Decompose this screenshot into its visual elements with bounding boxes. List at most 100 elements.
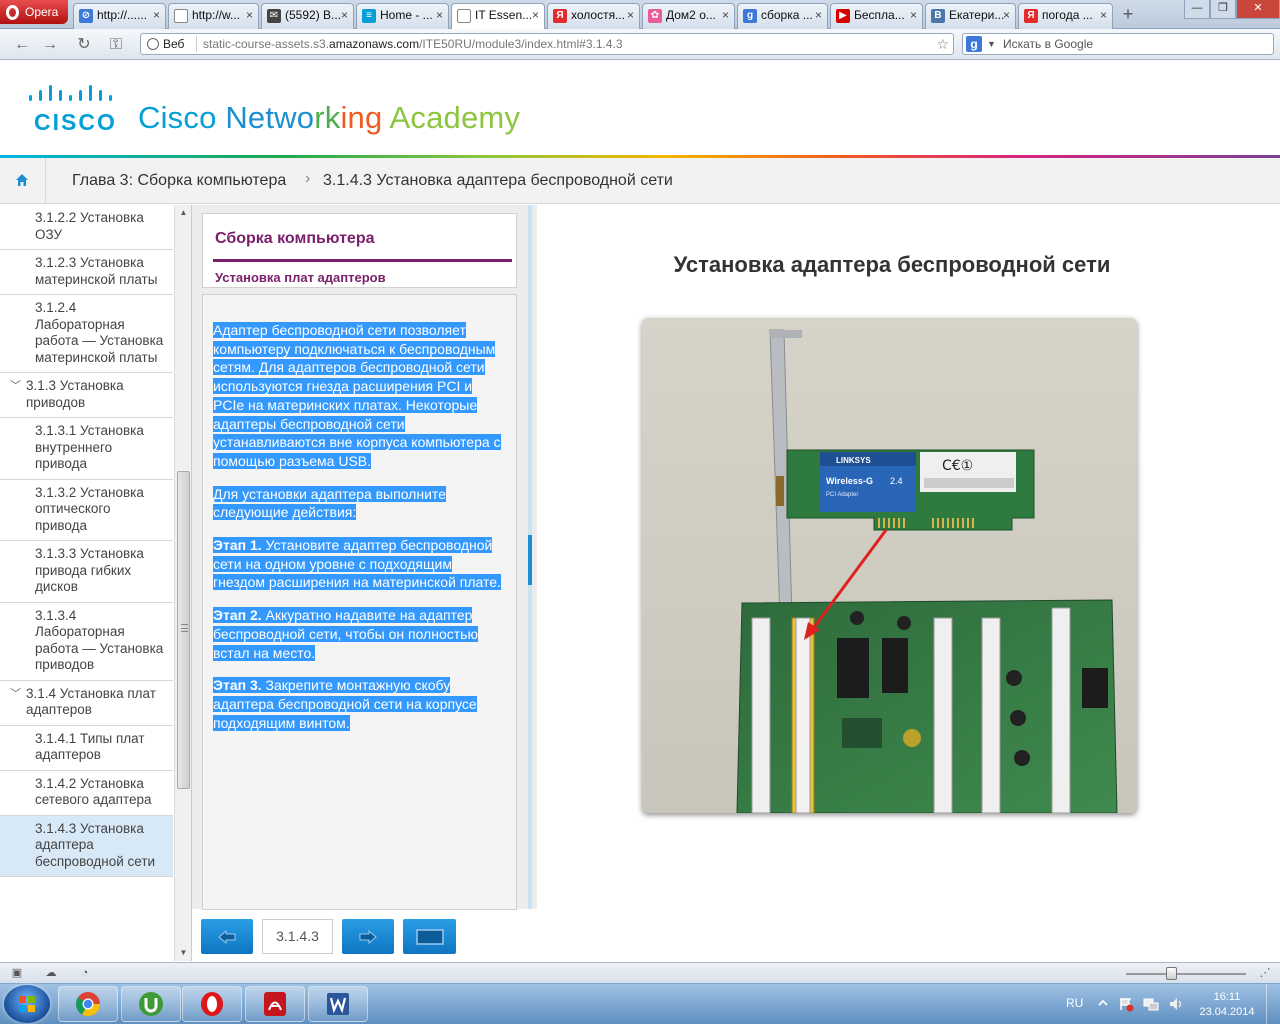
- tab-label: IT Essen...: [475, 8, 533, 22]
- close-tab-icon[interactable]: ×: [722, 8, 729, 22]
- zoom-slider-track[interactable]: [1126, 973, 1246, 975]
- speed-dial-icon[interactable]: ◔: [78, 966, 92, 980]
- browser-tab-9[interactable]: ▶ Беспла... ×: [830, 3, 923, 29]
- taskbar-chrome[interactable]: [58, 986, 118, 1022]
- resize-grip-icon[interactable]: ⋰: [1258, 966, 1272, 980]
- back-icon[interactable]: ←: [12, 35, 32, 55]
- close-tab-icon[interactable]: ×: [153, 8, 160, 22]
- close-tab-icon[interactable]: ×: [910, 8, 917, 22]
- taskbar-utorrent[interactable]: [121, 986, 181, 1022]
- sidebar-item[interactable]: 3.1.3.3 Установка привода гибких дисков: [0, 541, 173, 603]
- new-tab-button[interactable]: +: [1117, 5, 1139, 25]
- browser-tab-2[interactable]: http://w... ×: [168, 3, 259, 29]
- step-2-paragraph: Этап 2. Аккуратно надавите на адаптер бе…: [213, 607, 478, 661]
- opera-menu-button[interactable]: Opera: [0, 0, 68, 24]
- fullscreen-toggle-button[interactable]: [403, 919, 456, 954]
- sidebar-item[interactable]: 3.1.3.2 Установка оптического привода: [0, 480, 173, 541]
- browser-tab-11[interactable]: Япогода ... ×: [1018, 3, 1113, 29]
- sidebar-item-label: 3.1.4.1 Типы плат адаптеров: [35, 730, 145, 763]
- sidebar-item[interactable]: 3.1.3.1 Установка внутреннего привода: [0, 418, 173, 480]
- show-desktop-button[interactable]: [1266, 984, 1280, 1024]
- bookmark-star-icon[interactable]: ☆: [936, 34, 949, 54]
- panel-toggle-icon[interactable]: ▣: [10, 966, 24, 980]
- tab-label: (5592) В...: [285, 8, 342, 22]
- browser-tab-7[interactable]: ✿ Дом2 о... ×: [642, 3, 735, 29]
- start-button[interactable]: [4, 985, 50, 1023]
- scrollbar-thumb[interactable]: [177, 471, 190, 789]
- sidebar-item[interactable]: ﹀ 3.1.4 Установка плат адаптеров: [0, 681, 173, 726]
- close-tab-icon[interactable]: ×: [1003, 8, 1010, 22]
- breadcrumb-chapter[interactable]: Глава 3: Сборка компьютера: [72, 172, 286, 190]
- search-placeholder: Искать в Google: [1003, 37, 1094, 51]
- zoom-slider-thumb[interactable]: [1166, 967, 1177, 980]
- keyboard-language[interactable]: RU: [1066, 996, 1083, 1010]
- tab-label: http://w...: [192, 8, 241, 22]
- browser-tab-4[interactable]: ≡ Home - ... ×: [356, 3, 449, 29]
- sidebar-item[interactable]: 3.1.2.3 Установка материнской платы: [0, 250, 173, 295]
- url-text[interactable]: static-course-assets.s3.amazonaws.com/IT…: [203, 34, 623, 54]
- sidebar-item-label: 3.1.3.4 Лабораторная работа — Установка …: [35, 607, 164, 673]
- system-clock[interactable]: 16:11 23.04.2014: [1195, 990, 1259, 1020]
- taskbar-acrobat[interactable]: [245, 986, 305, 1022]
- next-page-button[interactable]: [342, 919, 394, 954]
- sidebar-scrollbar[interactable]: ▲ ▼: [174, 205, 191, 961]
- sidebar-item[interactable]: 3.1.2.2 Установка ОЗУ: [0, 205, 173, 250]
- sidebar-item-label: 3.1.3 Установка приводов: [26, 378, 124, 410]
- home-button[interactable]: [0, 158, 46, 204]
- forward-icon[interactable]: →: [40, 35, 60, 55]
- minimize-window-icon[interactable]: —: [1184, 0, 1210, 19]
- card-model-label: Wireless-G: [826, 476, 873, 486]
- panel-body[interactable]: Адаптер беспроводной сети позволяет комп…: [202, 294, 517, 910]
- maximize-window-icon[interactable]: ❐: [1210, 0, 1236, 19]
- yandex-icon: Я: [553, 9, 567, 23]
- tray-expand-icon[interactable]: [1098, 998, 1108, 1008]
- key-icon[interactable]: ⚿: [106, 35, 126, 55]
- taskbar-word[interactable]: [308, 986, 368, 1022]
- web-badge[interactable]: Веб: [147, 34, 184, 54]
- breadcrumb-separator: ›: [305, 170, 311, 187]
- taskbar-opera[interactable]: [182, 986, 242, 1022]
- sidebar-item-label: 3.1.4.2 Установка сетевого адаптера: [35, 775, 152, 808]
- close-tab-icon[interactable]: ×: [436, 8, 443, 22]
- close-tab-icon[interactable]: ×: [1100, 8, 1107, 22]
- chevron-down-icon[interactable]: ﹀: [10, 686, 21, 703]
- sidebar-item[interactable]: 3.1.3.4 Лабораторная работа — Установка …: [0, 603, 173, 681]
- scroll-up-icon[interactable]: ▲: [175, 205, 191, 221]
- sidebar-item-label: 3.1.3.3 Установка привода гибких дисков: [35, 546, 144, 594]
- scroll-down-icon[interactable]: ▼: [175, 945, 191, 961]
- cloud-icon[interactable]: ☁: [44, 966, 58, 980]
- google-icon[interactable]: g: [966, 36, 982, 52]
- sidebar-item[interactable]: 3.1.4.3 Установка адаптера беспроводной …: [0, 815, 173, 877]
- utorrent-icon: [139, 992, 163, 1016]
- close-window-icon[interactable]: ✕: [1236, 0, 1280, 19]
- close-tab-icon[interactable]: ×: [246, 8, 253, 22]
- tab-label: Home - ...: [380, 8, 433, 22]
- volume-icon[interactable]: [1168, 996, 1184, 1012]
- network-icon[interactable]: [1143, 996, 1159, 1012]
- browser-tab-5[interactable]: IT Essen... ×: [451, 3, 545, 29]
- close-tab-icon[interactable]: ×: [627, 8, 634, 22]
- previous-page-button[interactable]: [201, 919, 253, 954]
- browser-tab-10[interactable]: B Екатери... ×: [925, 3, 1016, 29]
- address-field[interactable]: Веб static-course-assets.s3.amazonaws.co…: [140, 33, 954, 55]
- sidebar-item[interactable]: 3.1.4.2 Установка сетевого адаптера: [0, 771, 173, 816]
- close-tab-icon[interactable]: ×: [815, 8, 822, 22]
- sidebar-item[interactable]: 3.1.2.4 Лабораторная работа — Установка …: [0, 295, 173, 373]
- chevron-down-icon[interactable]: ▼: [987, 34, 996, 54]
- browser-tab-3[interactable]: ✉ (5592) В... ×: [261, 3, 354, 29]
- tab-label: http://......: [97, 8, 148, 22]
- academy-title[interactable]: Cisco Networking Academy: [138, 100, 520, 136]
- chevron-down-icon[interactable]: ﹀: [10, 378, 21, 395]
- sidebar-item[interactable]: 3.1.4.1 Типы плат адаптеров: [0, 726, 173, 771]
- browser-tab-6[interactable]: Яхолостя... ×: [547, 3, 640, 29]
- sidebar-item[interactable]: ﹀ 3.1.3 Установка приводов: [0, 373, 173, 418]
- browser-tab-1[interactable]: ⊘ http://...... ×: [73, 3, 166, 29]
- resize-knob[interactable]: [528, 535, 532, 585]
- reload-icon[interactable]: ↻: [74, 35, 94, 55]
- browser-tab-8[interactable]: g сборка ... ×: [737, 3, 828, 29]
- panel-resize-handle[interactable]: [528, 205, 532, 909]
- close-tab-icon[interactable]: ×: [532, 8, 539, 22]
- close-tab-icon[interactable]: ×: [341, 8, 348, 22]
- search-field[interactable]: g ▼ Искать в Google: [962, 33, 1274, 55]
- action-center-flag-icon[interactable]: [1118, 996, 1134, 1012]
